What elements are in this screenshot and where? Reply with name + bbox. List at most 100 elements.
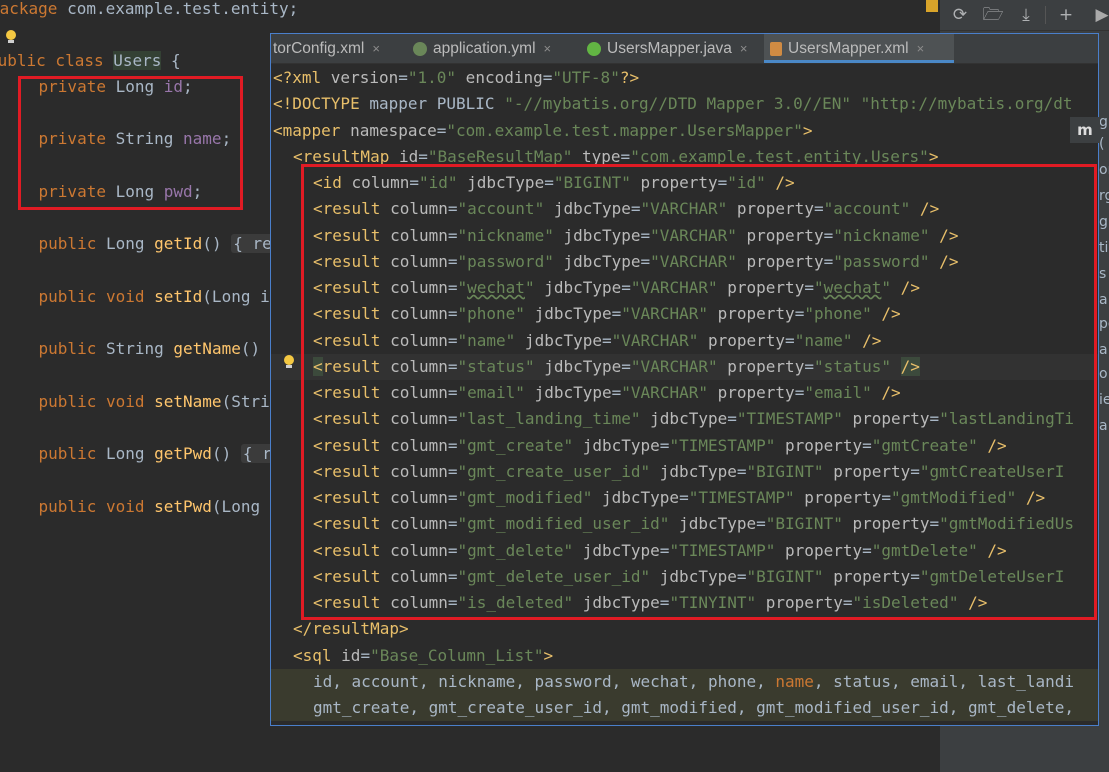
code-token: package (0, 0, 58, 18)
tab-label: UsersMapper.java (607, 40, 732, 57)
xml-code-line: id, account, nickname, password, wechat,… (313, 669, 1074, 695)
code-token: public (38, 339, 106, 358)
close-icon[interactable]: × (372, 41, 380, 56)
refresh-icon[interactable]: ⟳ (948, 4, 972, 26)
code-token: "BaseResultMap" (427, 146, 573, 166)
code-token: <sql (293, 645, 342, 665)
code-token: (Long (211, 497, 270, 516)
code-token: getPwd (154, 444, 212, 463)
code-token: type (572, 146, 621, 166)
code-token: , status, email, last_landi (813, 671, 1074, 691)
tab-application-yml[interactable]: application.yml × (407, 34, 575, 63)
code-token: "com.example.test.mapper.UsersMapper" (446, 120, 803, 140)
java-code-line: public void setName(Stri (0, 391, 270, 413)
java-code-line: public void setPwd(Long (0, 496, 270, 518)
code-token: "Base_Column_List" (370, 645, 544, 665)
tab-usersmapper-xml[interactable]: UsersMapper.xml × (764, 34, 954, 63)
code-token: () (240, 339, 261, 358)
lightbulb-icon[interactable] (5, 30, 17, 44)
code-token: setPwd (154, 497, 212, 516)
code-token: = (360, 645, 371, 665)
code-token: com.example.test.entity; (67, 0, 299, 18)
add-icon[interactable]: + (1054, 4, 1078, 26)
tab-usersmapper-java[interactable]: UsersMapper.java × (581, 34, 759, 63)
code-token: id (341, 645, 361, 665)
xml-code-line: </resultMap> (293, 616, 409, 642)
code-token: setId (154, 287, 203, 306)
code-token: Users (113, 51, 162, 70)
code-token: { r (240, 444, 274, 463)
download-icon[interactable]: ⤓ (1014, 4, 1038, 26)
toolbar-divider (1045, 6, 1046, 24)
project-structure-icon[interactable]: 🗁 (981, 4, 1005, 26)
code-token: namespace (350, 120, 437, 140)
close-icon[interactable]: × (740, 41, 748, 56)
tab-torconfig-xml[interactable]: torConfig.xml × (271, 34, 401, 63)
tab-label: application.yml (433, 40, 536, 57)
code-token: <resultMap (293, 146, 399, 166)
code-token: = (436, 120, 447, 140)
code-token: = (620, 146, 631, 166)
code-token: <!DOCTYPE (273, 94, 370, 114)
code-token: "http://mybatis.org/dt (860, 94, 1073, 114)
yml-leaf-icon (413, 41, 427, 56)
java-code-line: public String getName() (0, 338, 261, 360)
code-token: > (802, 120, 813, 140)
code-token: = (542, 68, 553, 87)
code-token: ?> (619, 68, 640, 87)
code-token: getId (154, 234, 203, 253)
edge-text-fragment: po (1099, 316, 1109, 332)
xml-code-line: <?xml version="1.0" encoding="UTF-8"?> (273, 65, 639, 91)
code-token: public (38, 444, 106, 463)
xml-code-line: <mapper namespace="com.example.test.mapp… (273, 118, 812, 144)
code-token: { (161, 51, 181, 70)
code-token: id (398, 146, 419, 166)
code-token: version (330, 68, 399, 87)
code-token: name (775, 671, 814, 691)
java-code-line: public class Users { (0, 50, 181, 72)
code-token: encoding (456, 68, 543, 87)
code-token: () (202, 234, 232, 253)
java-code-line: public void setId(Long i (0, 286, 270, 308)
code-token: gmt_create, gmt_create_user_id, gmt_modi… (313, 698, 1074, 717)
close-icon[interactable]: × (917, 41, 925, 56)
close-icon[interactable]: × (544, 41, 552, 56)
code-token: > (928, 146, 939, 166)
tab-label: torConfig.xml (273, 40, 365, 57)
code-token: () (211, 444, 241, 463)
code-token: mapper PUBLIC (369, 94, 505, 114)
code-token: </resultMap> (293, 619, 409, 639)
code-token: id, account, nickname, password, wechat,… (313, 671, 776, 691)
warning-stripe-icon (926, 0, 938, 12)
java-code-line: package com.example.test.entity; (0, 0, 298, 20)
code-token: "1.0" (407, 68, 457, 87)
code-token: setName (154, 392, 222, 411)
code-token: <?xml (273, 68, 331, 87)
edge-text-fragment: g (1099, 214, 1108, 230)
toolbar: ⟳ 🗁 ⤓ + ▶ (940, 0, 1109, 31)
xml-code-line: gmt_create, gmt_create_user_id, gmt_modi… (313, 695, 1074, 721)
edge-text-fragment: ie (1099, 392, 1109, 408)
xml-code-line: <sql id="Base_Column_List"> (293, 643, 553, 669)
code-token: Long (105, 234, 155, 253)
editor-tab-bar: torConfig.xml × application.yml × UsersMappe… (271, 34, 1098, 64)
edge-text-fragment: rg (1099, 188, 1109, 204)
code-token: public void (38, 497, 155, 516)
code-token: (Long i (202, 287, 270, 306)
run-icon[interactable]: ▶ (1090, 4, 1109, 26)
code-token: > (543, 645, 554, 665)
code-token: getName (173, 339, 241, 358)
code-token: public (38, 234, 106, 253)
mybatis-m-icon[interactable]: m (1070, 117, 1100, 143)
result-map-highlight-box (301, 164, 1097, 620)
java-interface-icon (587, 41, 601, 56)
tab-label: UsersMapper.xml (788, 40, 909, 57)
lightbulb-icon[interactable] (283, 355, 295, 369)
edge-text-fragment: a (1099, 342, 1108, 358)
edge-text-fragment: g (1099, 114, 1108, 130)
edge-text-fragment: or (1099, 162, 1109, 178)
java-code-line: public Long getId() { re (0, 233, 274, 255)
